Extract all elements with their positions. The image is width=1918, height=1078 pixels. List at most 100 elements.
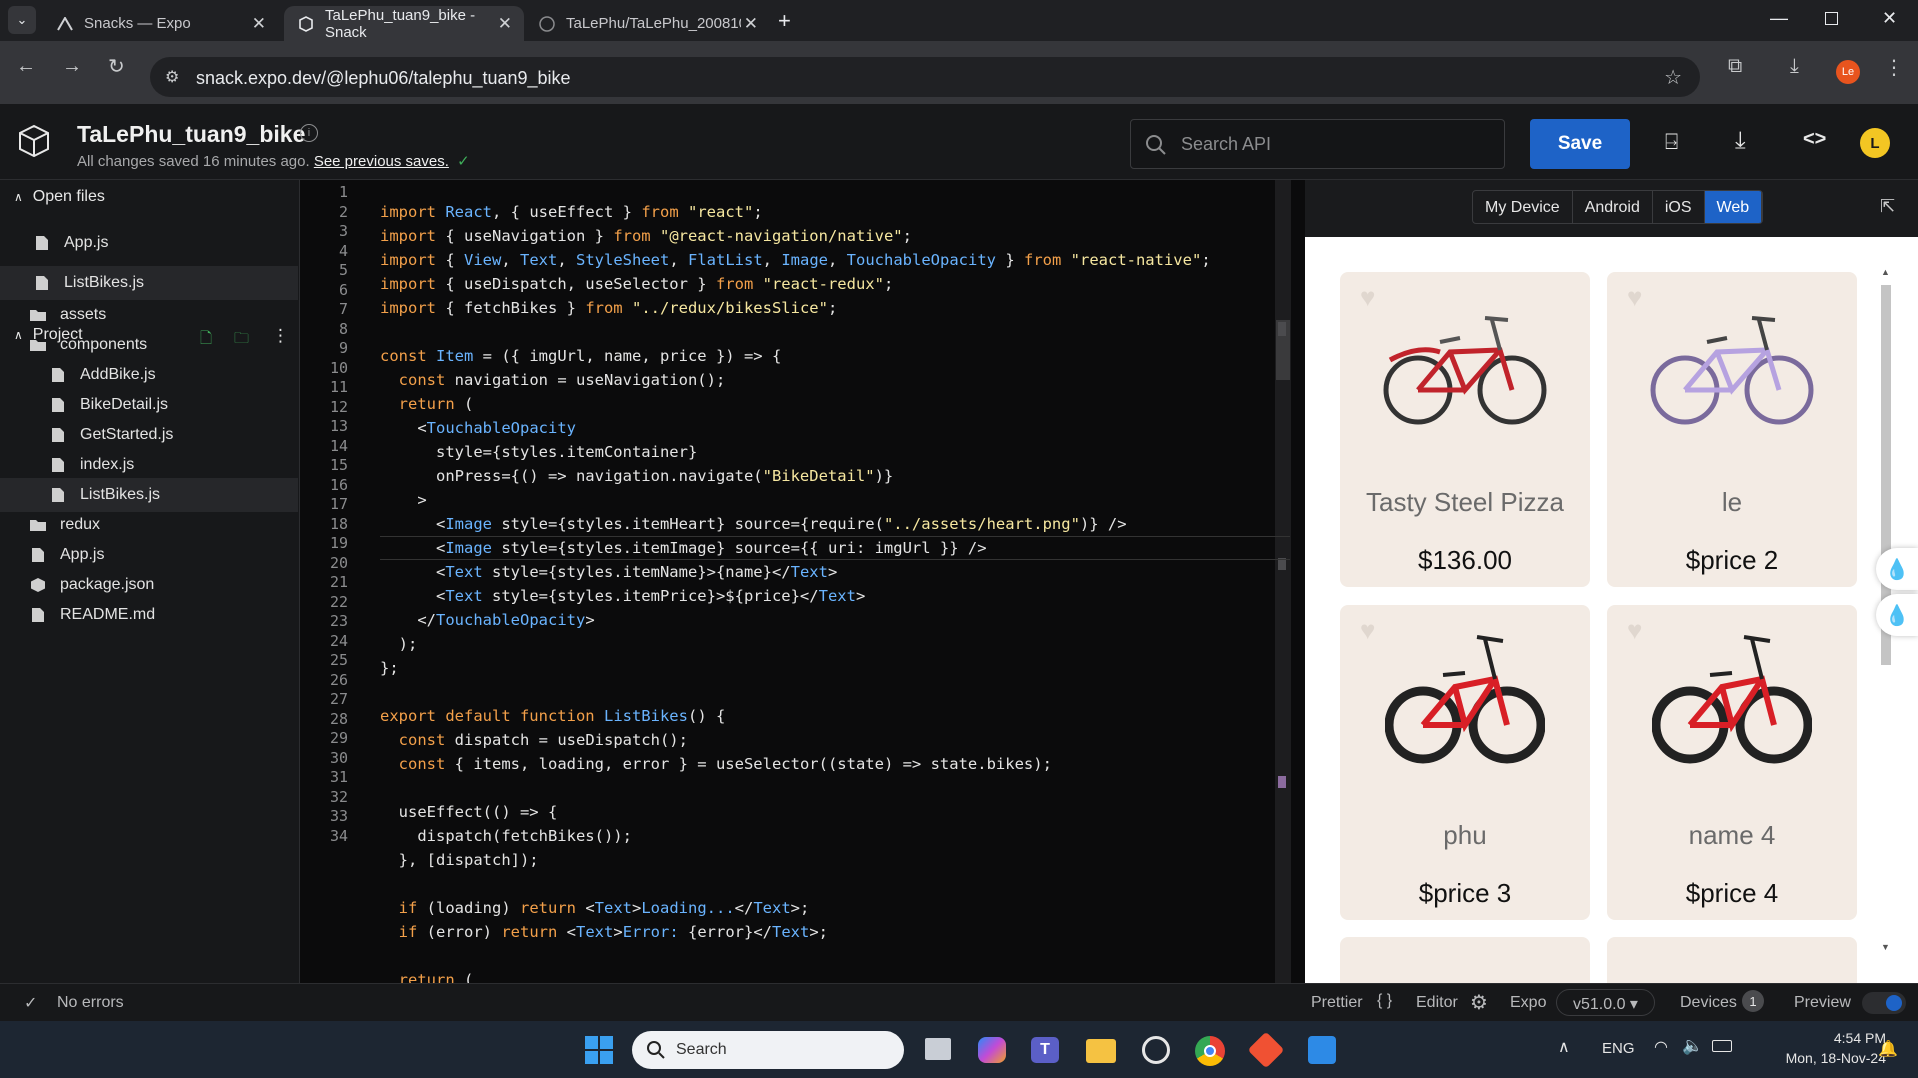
devices-label[interactable]: Devices xyxy=(1680,994,1737,1012)
address-bar[interactable]: ⚙ snack.expo.dev/@lephu06/talephu_tuan9_… xyxy=(150,57,1700,97)
floating-tool-icon[interactable]: 💧 xyxy=(1876,548,1918,590)
tree-item[interactable]: assets xyxy=(0,298,298,332)
tree-item[interactable]: package.json xyxy=(0,568,298,602)
browser-tab-snacks[interactable]: Snacks — Expo ✕ xyxy=(42,6,278,41)
tab-search-button[interactable]: ⌄ xyxy=(8,6,36,34)
close-icon[interactable]: ✕ xyxy=(252,14,266,34)
line-number: 31 xyxy=(329,768,348,786)
notification-bell-icon[interactable]: 🔔 xyxy=(1878,1039,1898,1059)
extensions-icon[interactable]: ⧉ xyxy=(1728,55,1742,78)
error-status[interactable]: No errors xyxy=(57,994,124,1012)
heart-icon[interactable]: ♥ xyxy=(1627,615,1642,646)
open-file-app-js[interactable]: App.js xyxy=(0,226,298,260)
tree-item[interactable]: AddBike.js xyxy=(0,358,298,392)
see-previous-saves-link[interactable]: See previous saves. xyxy=(314,153,449,170)
info-icon[interactable]: i xyxy=(300,124,318,142)
download-icon[interactable]: ⤓ xyxy=(1735,127,1746,155)
copilot-icon[interactable] xyxy=(978,1037,1006,1063)
code-line: style={styles.itemContainer} xyxy=(380,443,698,461)
open-external-icon[interactable]: ⇱ xyxy=(1880,196,1895,217)
browser-tab-github[interactable]: TaLePhu/TaLePhu_20081011_tu ✕ xyxy=(524,6,770,41)
search-api-input[interactable]: Search API xyxy=(1130,119,1505,169)
snack-logo-icon[interactable] xyxy=(18,124,50,163)
chevron-up-icon[interactable]: ∧ xyxy=(1558,1037,1570,1057)
language-indicator[interactable]: ENG xyxy=(1602,1040,1635,1057)
heart-icon[interactable]: ♥ xyxy=(1627,282,1642,313)
battery-icon[interactable] xyxy=(1712,1040,1732,1052)
restore-icon[interactable] xyxy=(1825,12,1838,25)
tree-item[interactable]: README.md xyxy=(0,598,298,632)
taskbar-search-box[interactable]: Search xyxy=(632,1031,904,1069)
windows-start-icon[interactable] xyxy=(585,1036,613,1064)
clock-app-icon[interactable] xyxy=(1142,1036,1170,1064)
vertical-scrollbar[interactable] xyxy=(1275,180,1291,983)
tree-item[interactable]: index.js xyxy=(0,448,298,482)
braces-icon[interactable]: { } xyxy=(1377,992,1392,1010)
teams-icon[interactable]: T xyxy=(1031,1037,1059,1063)
app-icon[interactable] xyxy=(1308,1036,1336,1064)
tree-item[interactable]: redux xyxy=(0,508,298,542)
clock-date[interactable]: Mon, 18-Nov-24 xyxy=(1740,1050,1886,1066)
wifi-icon[interactable]: ◠ xyxy=(1654,1037,1668,1057)
preview-toggle[interactable] xyxy=(1862,992,1906,1014)
back-arrow-icon[interactable]: ← xyxy=(16,55,36,78)
save-button[interactable]: Save xyxy=(1530,119,1630,169)
folder-icon xyxy=(28,518,48,532)
line-number: 5 xyxy=(338,261,348,279)
tree-item[interactable]: GetStarted.js xyxy=(0,418,298,452)
mode-web[interactable]: Web xyxy=(1704,191,1763,223)
forward-arrow-icon[interactable]: → xyxy=(62,55,82,78)
product-card[interactable]: ♥ phu $price 3 xyxy=(1340,605,1590,920)
file-explorer-icon[interactable] xyxy=(1086,1039,1116,1063)
clock-time[interactable]: 4:54 PM xyxy=(1776,1030,1886,1046)
js-file-icon xyxy=(32,275,52,291)
product-card[interactable] xyxy=(1607,937,1857,983)
tree-item[interactable]: App.js xyxy=(0,538,298,572)
tree-item[interactable]: ListBikes.js xyxy=(0,478,298,512)
profile-avatar[interactable]: Le xyxy=(1836,60,1860,84)
prettier-label[interactable]: Prettier xyxy=(1311,994,1363,1012)
product-card[interactable]: ♥ name 4 $price 4 xyxy=(1607,605,1857,920)
open-file-listbikes-js[interactable]: ListBikes.js xyxy=(0,266,298,300)
gear-icon[interactable]: ⚙ xyxy=(1470,990,1488,1015)
editor-label[interactable]: Editor xyxy=(1416,994,1458,1012)
line-number: 34 xyxy=(329,826,348,845)
site-info-icon[interactable]: ⚙ xyxy=(165,67,179,87)
chrome-icon[interactable] xyxy=(1195,1036,1225,1066)
mode-my-device[interactable]: My Device xyxy=(1473,191,1573,223)
mode-android[interactable]: Android xyxy=(1573,191,1653,223)
bookmark-star-icon[interactable]: ☆ xyxy=(1664,65,1682,90)
kebab-menu-icon[interactable]: ⋮ xyxy=(1884,55,1904,80)
open-files-header[interactable]: ∧ Open files xyxy=(14,188,105,206)
scroll-down-icon[interactable]: ▼ xyxy=(1881,942,1890,952)
tree-item[interactable]: components xyxy=(0,328,298,362)
volume-icon[interactable]: 🔈 xyxy=(1682,1036,1703,1056)
tree-item[interactable]: BikeDetail.js xyxy=(0,388,298,422)
git-icon[interactable] xyxy=(1247,1031,1285,1069)
minimize-icon[interactable]: — xyxy=(1770,8,1788,29)
reload-icon[interactable]: ↻ xyxy=(108,54,125,79)
close-icon[interactable]: ✕ xyxy=(498,14,512,34)
sdk-version-select[interactable]: v51.0.0 ▾ xyxy=(1556,989,1655,1016)
close-icon[interactable]: ✕ xyxy=(744,14,758,34)
scroll-up-icon[interactable]: ▲ xyxy=(1881,267,1890,277)
browser-tab-snack-active[interactable]: TaLePhu_tuan9_bike - Snack ✕ xyxy=(284,6,524,41)
heart-icon[interactable]: ♥ xyxy=(1360,615,1375,646)
project-title[interactable]: TaLePhu_tuan9_bike xyxy=(77,121,305,148)
url-text[interactable]: snack.expo.dev/@lephu06/talephu_tuan9_bi… xyxy=(196,68,571,89)
mode-ios[interactable]: iOS xyxy=(1653,191,1705,223)
product-card[interactable]: ♥ le $price 2 xyxy=(1607,272,1857,587)
user-avatar[interactable]: L xyxy=(1860,128,1890,158)
download-icon[interactable]: ⤓ xyxy=(1790,55,1799,78)
new-tab-plus-icon[interactable]: + xyxy=(778,8,791,34)
product-card[interactable] xyxy=(1340,937,1590,983)
product-card[interactable]: ♥ Tasty Steel Pizza $136.00 xyxy=(1340,272,1590,587)
line-number: 10 xyxy=(329,358,348,377)
export-icon[interactable]: ⍈ xyxy=(1665,129,1678,155)
heart-icon[interactable]: ♥ xyxy=(1360,282,1375,313)
window-close-icon[interactable]: ✕ xyxy=(1882,8,1897,29)
floating-tool-icon[interactable]: 💧 xyxy=(1876,594,1918,636)
tree-item-label: AddBike.js xyxy=(80,366,156,383)
embed-code-icon[interactable]: <> xyxy=(1803,128,1826,151)
task-view-icon[interactable] xyxy=(925,1038,951,1060)
